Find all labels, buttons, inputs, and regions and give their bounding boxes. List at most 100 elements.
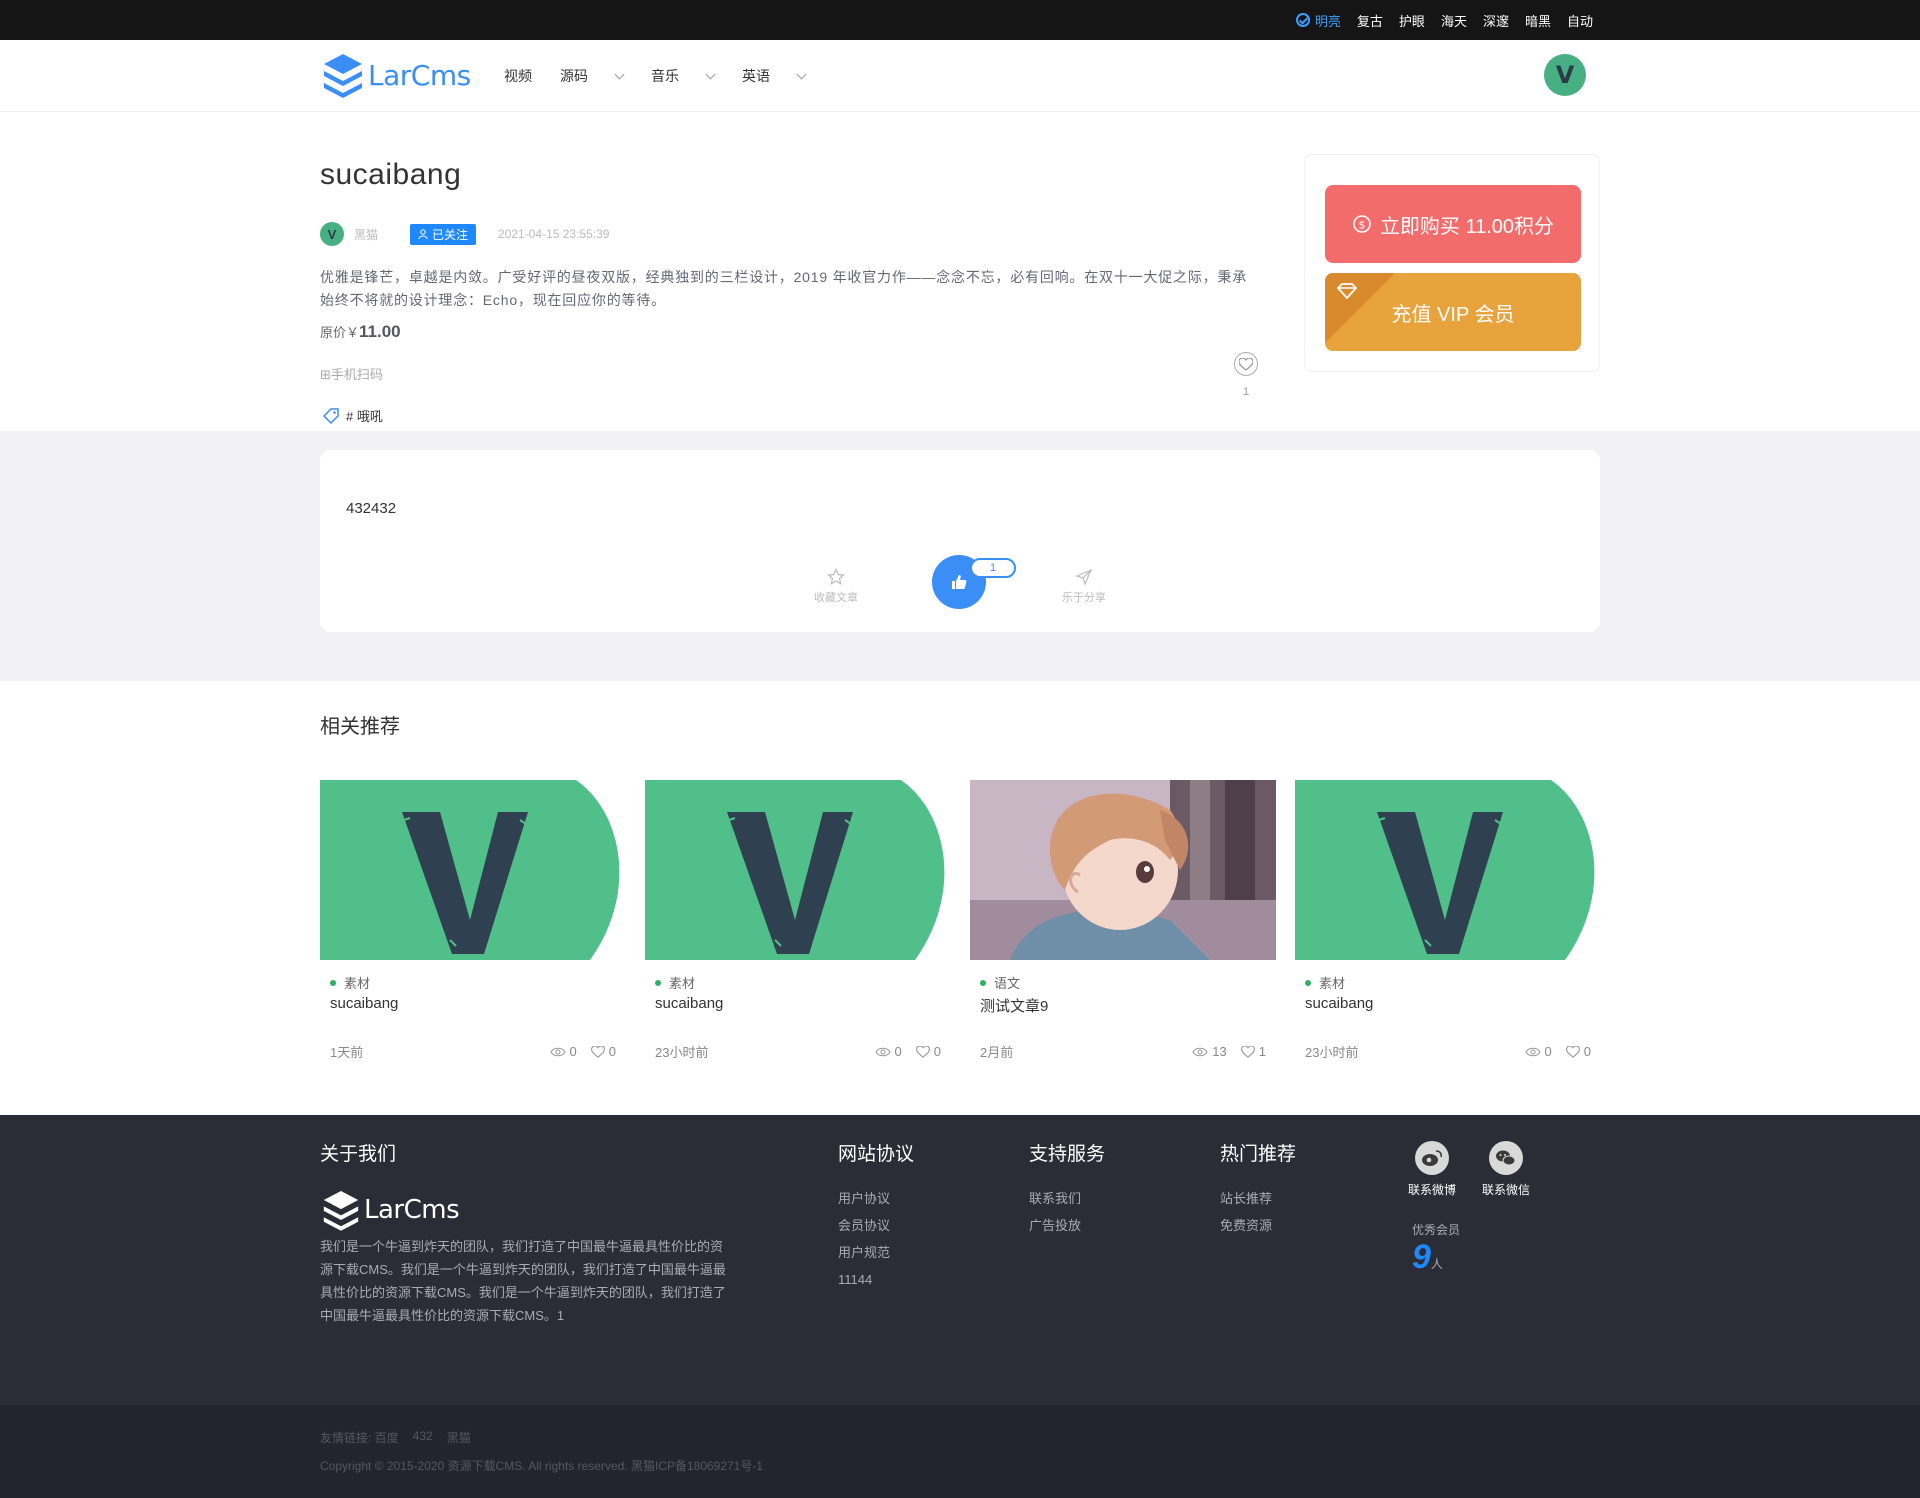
footer-link[interactable]: 免费资源 — [1220, 1212, 1272, 1239]
card-title[interactable]: sucaibang — [330, 995, 398, 1012]
footer-bottom: 友情链接: 百度 432 黑猫 Copyright © 2015-2020 资源… — [0, 1405, 1920, 1498]
footer-link[interactable]: 会员协议 — [838, 1212, 890, 1239]
heart-icon — [1234, 352, 1258, 376]
card-thumbnail[interactable] — [320, 780, 626, 960]
weibo-icon — [1415, 1141, 1449, 1175]
card-time: 23小时前 — [1305, 1045, 1359, 1060]
thumbs-up-icon — [952, 575, 967, 589]
price-value: 11.00 — [359, 322, 401, 341]
card-stats: 00 — [549, 1042, 616, 1061]
related-card[interactable]: 素材 sucaibang 23小时前 0 0 — [645, 780, 951, 1065]
author-name[interactable]: 黑猫 — [354, 226, 378, 243]
footer-link[interactable]: 用户规范 — [838, 1239, 890, 1266]
card-category[interactable]: 素材 — [655, 973, 695, 992]
card-title[interactable]: sucaibang — [1305, 995, 1373, 1012]
footer-link[interactable]: 联系我们 — [1029, 1185, 1081, 1212]
chevron-down-icon — [796, 69, 807, 79]
footer-logo[interactable]: LarCms — [322, 1189, 460, 1231]
nav-item-source[interactable]: 源码 — [560, 66, 625, 86]
heart-icon — [915, 1045, 930, 1058]
card-time: 23小时前 — [655, 1045, 709, 1060]
theme-auto[interactable]: 自动 — [1567, 11, 1593, 30]
diamond-icon — [1337, 283, 1357, 299]
card-footer: 1天前 0 0 — [330, 1042, 616, 1061]
mobile-scan-link[interactable]: ⊞手机扫码 — [320, 364, 383, 383]
views-stat: 13 — [1192, 1044, 1227, 1059]
svg-text:$: $ — [1358, 219, 1365, 232]
favorite-button[interactable]: 收藏文章 — [806, 568, 866, 605]
article-meta: V 黑猫 已关注 2021-04-15 23:55:39 — [320, 222, 609, 246]
card-category[interactable]: 素材 — [330, 973, 370, 992]
friend-links: 友情链接: 百度 432 黑猫 — [320, 1429, 471, 1446]
follow-button[interactable]: 已关注 — [410, 223, 477, 245]
user-avatar[interactable]: V — [1544, 54, 1586, 96]
thumbs-up-count: 1 — [970, 558, 1016, 578]
card-category[interactable]: 语文 — [980, 973, 1020, 992]
article-title: sucaibang — [320, 158, 462, 191]
eye-icon — [549, 1047, 566, 1056]
publish-date: 2021-04-15 23:55:39 — [498, 227, 610, 241]
top-members: 优秀会员 9人 — [1412, 1223, 1461, 1276]
theme-retro[interactable]: 复古 — [1357, 11, 1383, 30]
eye-icon — [874, 1047, 891, 1056]
theme-eyecare[interactable]: 护眼 — [1399, 11, 1425, 30]
article-body: 432432 — [346, 500, 397, 517]
related-card[interactable]: 语文测试文章9 2月前 13 1 — [970, 780, 1276, 1065]
likes-stat[interactable]: 0 — [1565, 1044, 1591, 1059]
like-widget[interactable]: 1 — [1234, 352, 1258, 398]
members-count: 9 — [1412, 1238, 1431, 1276]
article-tag[interactable]: # 哦吼 — [322, 406, 383, 425]
friend-link[interactable]: 黑猫 — [447, 1429, 471, 1446]
footer-about-desc: 我们是一个牛逼到炸天的团队，我们打造了中国最牛逼最具性价比的资源下载CMS。我们… — [320, 1239, 726, 1323]
recharge-vip-button[interactable]: 充值 VIP 会员 — [1325, 273, 1581, 351]
related-card[interactable]: 素材 sucaibang 23小时前 0 0 — [1295, 780, 1601, 1065]
likes-stat[interactable]: 1 — [1240, 1044, 1266, 1059]
card-time: 2月前 — [980, 1045, 1014, 1060]
card-thumbnail[interactable] — [970, 780, 1276, 960]
chevron-down-icon — [705, 69, 716, 79]
likes-stat[interactable]: 0 — [915, 1044, 941, 1059]
site-logo[interactable]: LarCms — [322, 52, 471, 98]
card-footer: 23小时前 0 0 — [1305, 1042, 1591, 1061]
theme-deep[interactable]: 深邃 — [1483, 11, 1509, 30]
card-thumbnail[interactable] — [1295, 780, 1601, 960]
likes-stat[interactable]: 0 — [590, 1044, 616, 1059]
like-count: 1 — [1242, 386, 1250, 398]
weibo-contact[interactable]: 联系微博 — [1404, 1141, 1460, 1198]
card-time: 1天前 — [330, 1045, 364, 1060]
footer-logo-text: LarCms — [364, 1195, 460, 1225]
author-avatar[interactable]: V — [320, 222, 344, 246]
ribbon-corner — [1325, 273, 1395, 343]
category-dot — [980, 979, 986, 986]
friend-link[interactable]: 友情链接: 百度 — [320, 1429, 399, 1446]
views-stat: 0 — [1524, 1044, 1552, 1059]
site-header: LarCms 视频 源码 音乐 英语 V — [0, 40, 1920, 112]
original-price: 原价￥11.00 — [320, 322, 401, 341]
share-button[interactable]: 乐于分享 — [1054, 568, 1114, 605]
nav-item-music[interactable]: 音乐 — [651, 66, 716, 86]
card-thumbnail[interactable] — [645, 780, 951, 960]
theme-sea[interactable]: 海天 — [1441, 11, 1467, 30]
layers-logo-icon — [323, 1191, 359, 1231]
card-category[interactable]: 素材 — [1305, 973, 1345, 992]
theme-dark[interactable]: 暗黑 — [1525, 11, 1551, 30]
related-card[interactable]: 素材 sucaibang 1天前 0 0 — [320, 780, 626, 1065]
card-title[interactable]: 测试文章9 — [980, 995, 1048, 1016]
nav-item-video[interactable]: 视频 — [504, 66, 532, 86]
footer-link[interactable]: 11144 — [838, 1266, 890, 1293]
heart-icon — [1240, 1045, 1255, 1058]
views-stat: 0 — [549, 1044, 577, 1059]
card-title[interactable]: sucaibang — [655, 995, 723, 1012]
theme-bright[interactable]: 明亮 — [1295, 11, 1341, 30]
eye-icon — [1192, 1047, 1208, 1056]
related-title: 相关推荐 — [320, 716, 400, 738]
card-stats: 00 — [1524, 1042, 1591, 1061]
footer-link[interactable]: 用户协议 — [838, 1185, 890, 1212]
footer-link[interactable]: 广告投放 — [1029, 1212, 1081, 1239]
friend-link[interactable]: 432 — [413, 1429, 433, 1446]
footer-link[interactable]: 站长推荐 — [1220, 1185, 1272, 1212]
buy-now-button[interactable]: $ 立即购买 11.00积分 — [1325, 185, 1581, 263]
wechat-contact[interactable]: 联系微信 — [1478, 1141, 1534, 1198]
nav-item-english[interactable]: 英语 — [742, 66, 807, 86]
card-stats: 13 1 — [1192, 1042, 1266, 1061]
